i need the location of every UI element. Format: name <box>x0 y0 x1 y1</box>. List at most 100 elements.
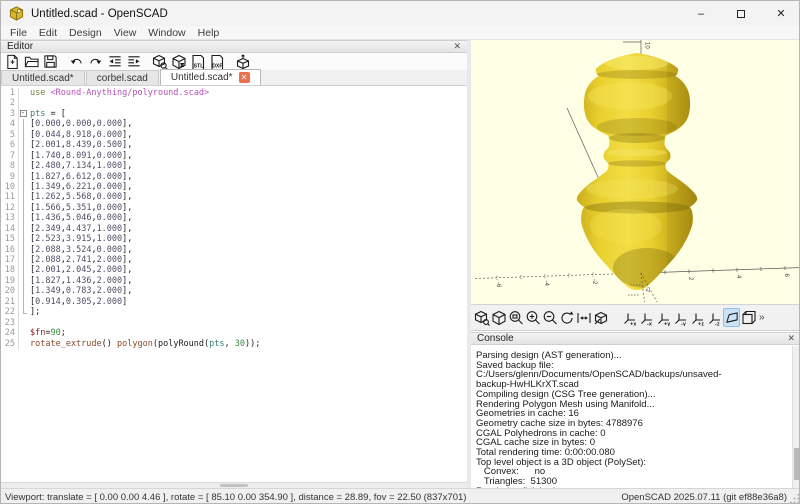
new-file-button[interactable] <box>3 54 22 70</box>
code-line[interactable]: 3-pts = [ <box>1 109 467 119</box>
redo-button[interactable] <box>86 54 105 70</box>
code-line[interactable]: 25rotate_extrude() polygon(polyRound(pts… <box>1 339 467 349</box>
console-close-icon[interactable]: ✕ <box>787 334 795 343</box>
x-axis-label-neg4: -4 <box>543 281 549 287</box>
view-all-button[interactable] <box>575 308 592 327</box>
code-line[interactable]: 20[1.349,0.783,2.000], <box>1 286 467 296</box>
view-minus-y-button[interactable]: -y <box>672 308 689 327</box>
openscad-logo-icon <box>9 6 24 21</box>
console-scrollbar-thumb[interactable] <box>794 448 800 480</box>
export-dxf-button[interactable]: DXF <box>207 54 226 70</box>
code-token: 0.000 <box>97 151 123 161</box>
console-scrollbar[interactable] <box>792 346 800 488</box>
code-line[interactable]: 5[0.044,8.918,0.000], <box>1 130 467 140</box>
code-line[interactable]: 10[1.349,6.221,0.000], <box>1 182 467 192</box>
code-line[interactable]: 21[0.914,0.305,2.000] <box>1 297 467 307</box>
editor-panel-header: Editor ✕ <box>1 40 467 53</box>
view-minus-x-button[interactable]: -x <box>638 308 655 327</box>
resize-grip-icon[interactable] <box>790 494 800 504</box>
menu-file[interactable]: File <box>4 27 33 39</box>
menu-design[interactable]: Design <box>63 27 108 39</box>
code-line[interactable]: 12[1.566,5.351,0.000], <box>1 203 467 213</box>
render-icon <box>171 54 187 70</box>
view-plus-z-button[interactable]: +z <box>689 308 706 327</box>
view-plus-y-button[interactable]: +y <box>655 308 672 327</box>
tab-close-icon[interactable]: ✕ <box>239 72 250 83</box>
fold-marker[interactable]: - <box>19 109 28 119</box>
minimize-button[interactable]: – <box>681 1 721 26</box>
viewport-3d[interactable]: 10 2 4 6 -2 -4 -6 <box>471 40 800 304</box>
code-line[interactable]: 17[2.088,2.741,2.000], <box>1 255 467 265</box>
code-line[interactable]: 9[1.827,6.612,0.000], <box>1 172 467 182</box>
code-area[interactable]: 1use <Round-Anything/polyround.scad>23-p… <box>1 86 467 482</box>
code-line[interactable]: 14[2.349,4.437,1.000], <box>1 224 467 234</box>
code-line[interactable]: 13[1.436,5.046,0.000], <box>1 213 467 223</box>
code-line[interactable]: 18[2.001,2.045,2.000], <box>1 265 467 275</box>
preview-button[interactable] <box>150 54 169 70</box>
right-panel: 10 2 4 6 -2 -4 -6 <box>471 40 800 488</box>
fold-collapse-icon[interactable]: - <box>20 110 27 117</box>
editor-panel: Editor ✕ <box>1 40 467 488</box>
zoom-all-button[interactable] <box>507 308 524 327</box>
menu-help[interactable]: Help <box>192 27 226 39</box>
line-number: 23 <box>1 318 19 328</box>
code-line[interactable]: 23 <box>1 318 467 328</box>
code-text: rotate_extrude() polygon(polyRound(pts, … <box>28 339 260 349</box>
console-output[interactable]: Parsing design (AST generation)...Saved … <box>471 346 800 488</box>
perspective-button[interactable] <box>723 308 740 327</box>
view-minus-z-button[interactable]: -z <box>706 308 723 327</box>
code-token: 6.221 <box>66 182 92 192</box>
tab-untitled-2-active[interactable]: Untitled.scad* ✕ <box>160 69 261 85</box>
code-line[interactable]: 15[2.523,3.915,1.000], <box>1 234 467 244</box>
reset-view-button[interactable] <box>558 308 575 327</box>
toolbar-overflow-chevron[interactable]: » <box>759 312 765 323</box>
code-line[interactable]: 8[2.480,7.134,1.000], <box>1 161 467 171</box>
close-button[interactable]: ✕ <box>761 1 800 26</box>
editor-close-icon[interactable]: ✕ <box>453 42 461 51</box>
zoom-in-button[interactable] <box>524 308 541 327</box>
code-line[interactable]: 19[1.827,1.436,2.000], <box>1 276 467 286</box>
maximize-button[interactable] <box>721 1 761 26</box>
export-stl-button[interactable]: STL <box>188 54 207 70</box>
show-axes-button[interactable] <box>592 308 609 327</box>
tab-untitled-1[interactable]: Untitled.scad* <box>1 70 85 85</box>
code-line[interactable]: 1use <Round-Anything/polyround.scad> <box>1 88 467 98</box>
unindent-button[interactable] <box>105 54 124 70</box>
menu-edit[interactable]: Edit <box>33 27 63 39</box>
vp-render-button[interactable] <box>490 308 507 327</box>
line-number: 5 <box>1 130 19 140</box>
view-plus-x-button[interactable]: +x <box>621 308 638 327</box>
save-file-button[interactable] <box>41 54 60 70</box>
new-file-icon <box>5 54 20 69</box>
code-line[interactable]: 2 <box>1 98 467 108</box>
send-to-printservice-button[interactable] <box>233 54 252 70</box>
code-line[interactable]: 16[2.088,3.524,0.000], <box>1 245 467 255</box>
orthogonal-button[interactable] <box>740 308 757 327</box>
code-token: 1.566 <box>35 203 61 213</box>
open-file-button[interactable] <box>22 54 41 70</box>
view-minus-z-icon: -z <box>707 310 723 326</box>
undo-button[interactable] <box>67 54 86 70</box>
line-number: 22 <box>1 307 19 317</box>
zoom-out-button[interactable] <box>541 308 558 327</box>
code-line[interactable]: 4[0.000,0.000,0.000], <box>1 119 467 129</box>
code-token: ] <box>122 297 127 307</box>
code-text: [1.349,6.221,0.000], <box>28 182 132 192</box>
render-button[interactable] <box>169 54 188 70</box>
tab-corbel[interactable]: corbel.scad <box>86 70 159 85</box>
code-line[interactable]: 11[1.262,5.568,0.000], <box>1 192 467 202</box>
send-to-printservice-icon <box>235 54 251 70</box>
menu-view[interactable]: View <box>108 27 143 39</box>
code-line[interactable]: 22]; <box>1 307 467 317</box>
console-line: Saved backup file: C:/Users/glenn/Docume… <box>476 361 784 380</box>
code-line[interactable]: 24$fn=90; <box>1 328 467 338</box>
code-text: [1.827,6.612,0.000], <box>28 172 132 182</box>
perspective-icon <box>724 310 739 326</box>
fold-guide <box>19 140 28 150</box>
indent-button[interactable] <box>124 54 143 70</box>
code-line[interactable]: 6[2.001,8.439,0.500], <box>1 140 467 150</box>
vp-preview-button[interactable] <box>473 308 490 327</box>
menu-window[interactable]: Window <box>142 27 191 39</box>
code-token: 0.000 <box>97 119 123 129</box>
code-line[interactable]: 7[1.740,8.091,0.000], <box>1 151 467 161</box>
